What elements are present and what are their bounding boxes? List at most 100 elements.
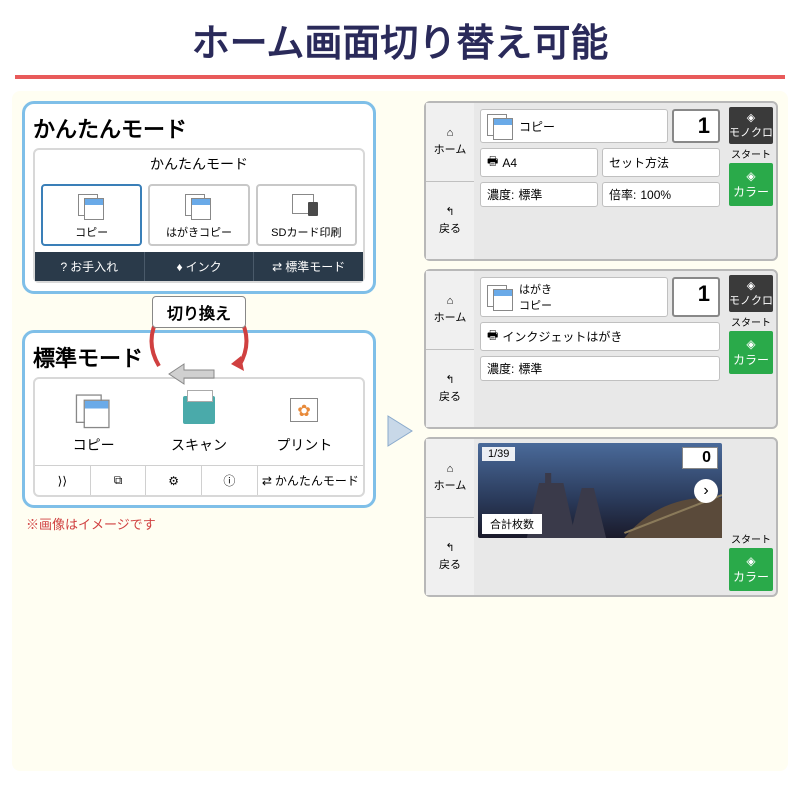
home-button[interactable]: ⌂ホーム bbox=[426, 439, 474, 518]
settings-button[interactable]: ⚙ bbox=[146, 466, 202, 495]
next-photo-button[interactable]: › bbox=[694, 479, 718, 503]
copy-icon bbox=[487, 114, 515, 138]
detail-main: 1/39 0 › 合計枚数 bbox=[474, 439, 726, 595]
printer-icon: 🖶 bbox=[487, 326, 498, 347]
detail-sidebar: ⌂ホーム ↰戻る bbox=[426, 271, 474, 427]
copy-icon bbox=[41, 389, 146, 431]
link-button[interactable]: ⧉ bbox=[91, 466, 147, 495]
easy-mode-screen: かんたんモード コピー はがきコピー SDカード印刷 bbox=[33, 148, 365, 283]
home-icon: ⌂ bbox=[447, 127, 454, 139]
color-start-button[interactable]: ◈カラー bbox=[729, 548, 773, 591]
print-count[interactable]: 0 bbox=[682, 447, 718, 469]
std-copy-button[interactable]: コピー bbox=[41, 389, 146, 455]
switch-area: 切り換え bbox=[22, 296, 376, 328]
back-button[interactable]: ↰戻る bbox=[426, 518, 474, 596]
back-icon: ↰ bbox=[445, 373, 454, 386]
paper-box[interactable]: 🖶インクジェットはがき bbox=[480, 322, 720, 351]
detail-main: コピー 1 🖶A4 セット方法 濃度:標準 倍率:100% bbox=[474, 103, 726, 259]
postcard-title-box[interactable]: はがき コピー bbox=[480, 277, 668, 317]
easy-mode-title: かんたんモード bbox=[33, 112, 365, 144]
paper-box[interactable]: 🖶A4 bbox=[480, 148, 598, 177]
postcard-icon bbox=[487, 285, 515, 309]
ratio-box[interactable]: 倍率:100% bbox=[602, 182, 720, 207]
photo-detail-panel: ⌂ホーム ↰戻る 1/39 0 › 合計枚数 bbox=[424, 437, 778, 597]
set-method-box[interactable]: セット方法 bbox=[602, 148, 720, 177]
copy-count[interactable]: 1 bbox=[672, 277, 720, 317]
total-count-button[interactable]: 合計枚数 bbox=[482, 514, 542, 534]
switch-label: 切り換え bbox=[152, 296, 246, 328]
mono-start-button[interactable]: ◈モノクロ bbox=[729, 275, 773, 312]
easy-bottom-bar: ?お手入れ ♦インク ⇄標準モード bbox=[35, 252, 363, 281]
sdcard-icon bbox=[260, 190, 353, 222]
std-mode-screen: コピー スキャン プリント ⟩⟩ ⧉ ⚙ ⓘ ⇄かんた bbox=[33, 377, 365, 497]
home-icon: ⌂ bbox=[447, 295, 454, 307]
copy-icon bbox=[45, 190, 138, 222]
info-icon: ⓘ bbox=[223, 472, 235, 489]
gear-icon: ⚙ bbox=[168, 474, 179, 488]
easy-mode-panel: かんたんモード かんたんモード コピー はがきコピー SDカード印刷 bbox=[22, 101, 376, 294]
easy-mode-switch-button[interactable]: ⇄かんたんモード bbox=[258, 466, 363, 495]
right-column: ⌂ホーム ↰戻る コピー 1 🖶A4 セット方法 濃度:標準 倍率:100% ◈… bbox=[424, 101, 778, 761]
diamond-icon: ◈ bbox=[746, 337, 755, 351]
std-mode-switch-button[interactable]: ⇄標準モード bbox=[254, 252, 363, 281]
diamond-icon: ◈ bbox=[747, 112, 755, 124]
density-box[interactable]: 濃度:標準 bbox=[480, 356, 720, 381]
std-print-button[interactable]: プリント bbox=[252, 389, 357, 455]
back-button[interactable]: ↰戻る bbox=[426, 182, 474, 260]
color-start-button[interactable]: ◈カラー bbox=[729, 163, 773, 206]
arrow-right bbox=[384, 101, 416, 761]
std-bottom-bar: ⟩⟩ ⧉ ⚙ ⓘ ⇄かんたんモード bbox=[35, 465, 363, 495]
home-button[interactable]: ⌂ホーム bbox=[426, 103, 474, 182]
home-button[interactable]: ⌂ホーム bbox=[426, 271, 474, 350]
diamond-icon: ◈ bbox=[746, 554, 755, 568]
detail-actions: ◈モノクロ スタート ◈カラー bbox=[726, 271, 776, 427]
left-column: かんたんモード かんたんモード コピー はがきコピー SDカード印刷 bbox=[22, 101, 376, 761]
help-icon: ? bbox=[60, 260, 67, 274]
detail-sidebar: ⌂ホーム ↰戻る bbox=[426, 103, 474, 259]
ink-drop-icon: ♦ bbox=[176, 260, 182, 274]
postcard-detail-panel: ⌂ホーム ↰戻る はがき コピー 1 🖶インクジェットはがき 濃度:標準 ◈モノ… bbox=[424, 269, 778, 429]
page-title: ホーム画面切り替え可能 bbox=[0, 0, 800, 75]
scan-icon bbox=[146, 389, 251, 431]
easy-copy-button[interactable]: コピー bbox=[41, 184, 142, 246]
easy-postcard-button[interactable]: はがきコピー bbox=[148, 184, 249, 246]
detail-actions: スタート ◈カラー bbox=[726, 439, 776, 595]
main-container: かんたんモード かんたんモード コピー はがきコピー SDカード印刷 bbox=[12, 91, 788, 771]
density-box[interactable]: 濃度:標準 bbox=[480, 182, 598, 207]
print-icon bbox=[252, 389, 357, 431]
back-icon: ↰ bbox=[445, 541, 454, 554]
start-label: スタート bbox=[729, 314, 773, 329]
detail-main: はがき コピー 1 🖶インクジェットはがき 濃度:標準 bbox=[474, 271, 726, 427]
easy-sdcard-button[interactable]: SDカード印刷 bbox=[256, 184, 357, 246]
detail-actions: ◈モノクロ スタート ◈カラー bbox=[726, 103, 776, 259]
detail-sidebar: ⌂ホーム ↰戻る bbox=[426, 439, 474, 595]
std-icons-row: コピー スキャン プリント bbox=[35, 379, 363, 465]
back-button[interactable]: ↰戻る bbox=[426, 350, 474, 428]
swap-icon: ⇄ bbox=[272, 260, 282, 274]
mono-start-button[interactable]: ◈モノクロ bbox=[729, 107, 773, 144]
back-icon: ↰ bbox=[445, 205, 454, 218]
diamond-icon: ◈ bbox=[747, 280, 755, 292]
divider bbox=[15, 75, 785, 79]
swap-icon: ⇄ bbox=[262, 474, 272, 488]
postcard-icon bbox=[152, 190, 245, 222]
wifi-icon: ⟩⟩ bbox=[58, 474, 67, 488]
color-start-button[interactable]: ◈カラー bbox=[729, 331, 773, 374]
page-counter: 1/39 bbox=[482, 447, 515, 461]
copy-detail-panel: ⌂ホーム ↰戻る コピー 1 🖶A4 セット方法 濃度:標準 倍率:100% ◈… bbox=[424, 101, 778, 261]
std-scan-button[interactable]: スキャン bbox=[146, 389, 251, 455]
start-label: スタート bbox=[729, 146, 773, 161]
chevron-right-icon bbox=[386, 411, 414, 451]
photo-preview[interactable]: 1/39 0 › 合計枚数 bbox=[478, 443, 722, 538]
wifi-button[interactable]: ⟩⟩ bbox=[35, 466, 91, 495]
easy-screen-header: かんたんモード bbox=[35, 150, 363, 178]
copy-title-box[interactable]: コピー bbox=[480, 109, 668, 143]
copy-count[interactable]: 1 bbox=[672, 109, 720, 143]
maintenance-button[interactable]: ?お手入れ bbox=[35, 252, 145, 281]
info-button[interactable]: ⓘ bbox=[202, 466, 258, 495]
diamond-icon: ◈ bbox=[746, 169, 755, 183]
home-icon: ⌂ bbox=[447, 463, 454, 475]
ink-button[interactable]: ♦インク bbox=[145, 252, 255, 281]
footnote: ※画像はイメージです bbox=[22, 514, 376, 533]
printer-icon: 🖶 bbox=[487, 152, 498, 173]
